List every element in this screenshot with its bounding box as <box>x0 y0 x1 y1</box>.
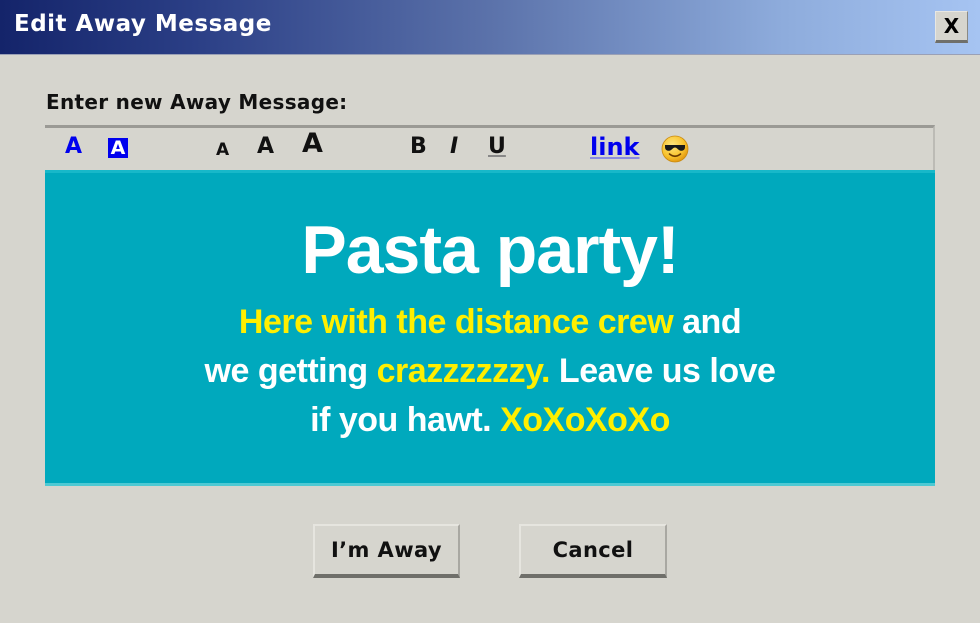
sunglasses-smiley-icon <box>661 135 689 163</box>
cancel-button[interactable]: Cancel <box>519 524 667 578</box>
im-away-button[interactable]: I’m Away <box>313 524 460 578</box>
text-color-button[interactable]: A <box>65 132 82 162</box>
message-highlight-2: crazzzzzzy. <box>376 352 551 390</box>
message-highlight-1: Here with the distance crew <box>238 303 674 341</box>
title-bar[interactable]: Edit Away Message X <box>0 0 980 55</box>
background-color-button[interactable]: A <box>108 138 128 158</box>
window-title: Edit Away Message <box>14 11 272 37</box>
message-text-2: we getting <box>204 352 377 390</box>
insert-link-button[interactable]: link <box>590 132 640 162</box>
message-text-1: and <box>673 303 742 341</box>
italic-button[interactable]: I <box>450 132 458 162</box>
font-size-large-button[interactable]: A <box>302 129 323 159</box>
prompt-label: Enter new Away Message: <box>46 90 348 114</box>
message-title: Pasta party! <box>301 212 679 288</box>
bold-button[interactable]: B <box>410 132 427 162</box>
formatting-toolbar: A A A A A B I U link <box>45 125 935 170</box>
message-text-3: Leave us love <box>549 352 776 390</box>
message-highlight-3: XoXoXoXo <box>500 401 670 439</box>
close-button[interactable]: X <box>935 11 968 43</box>
away-message-editor[interactable]: Pasta party! Here with the distance crew… <box>45 170 935 486</box>
emoticon-button[interactable] <box>661 135 689 163</box>
font-size-small-button[interactable]: A <box>216 135 229 165</box>
message-body: Here with the distance crew and we getti… <box>45 298 935 445</box>
message-text-4: if you hawt. <box>310 401 501 439</box>
underline-button[interactable]: U <box>488 132 506 162</box>
font-size-medium-button[interactable]: A <box>257 132 274 162</box>
